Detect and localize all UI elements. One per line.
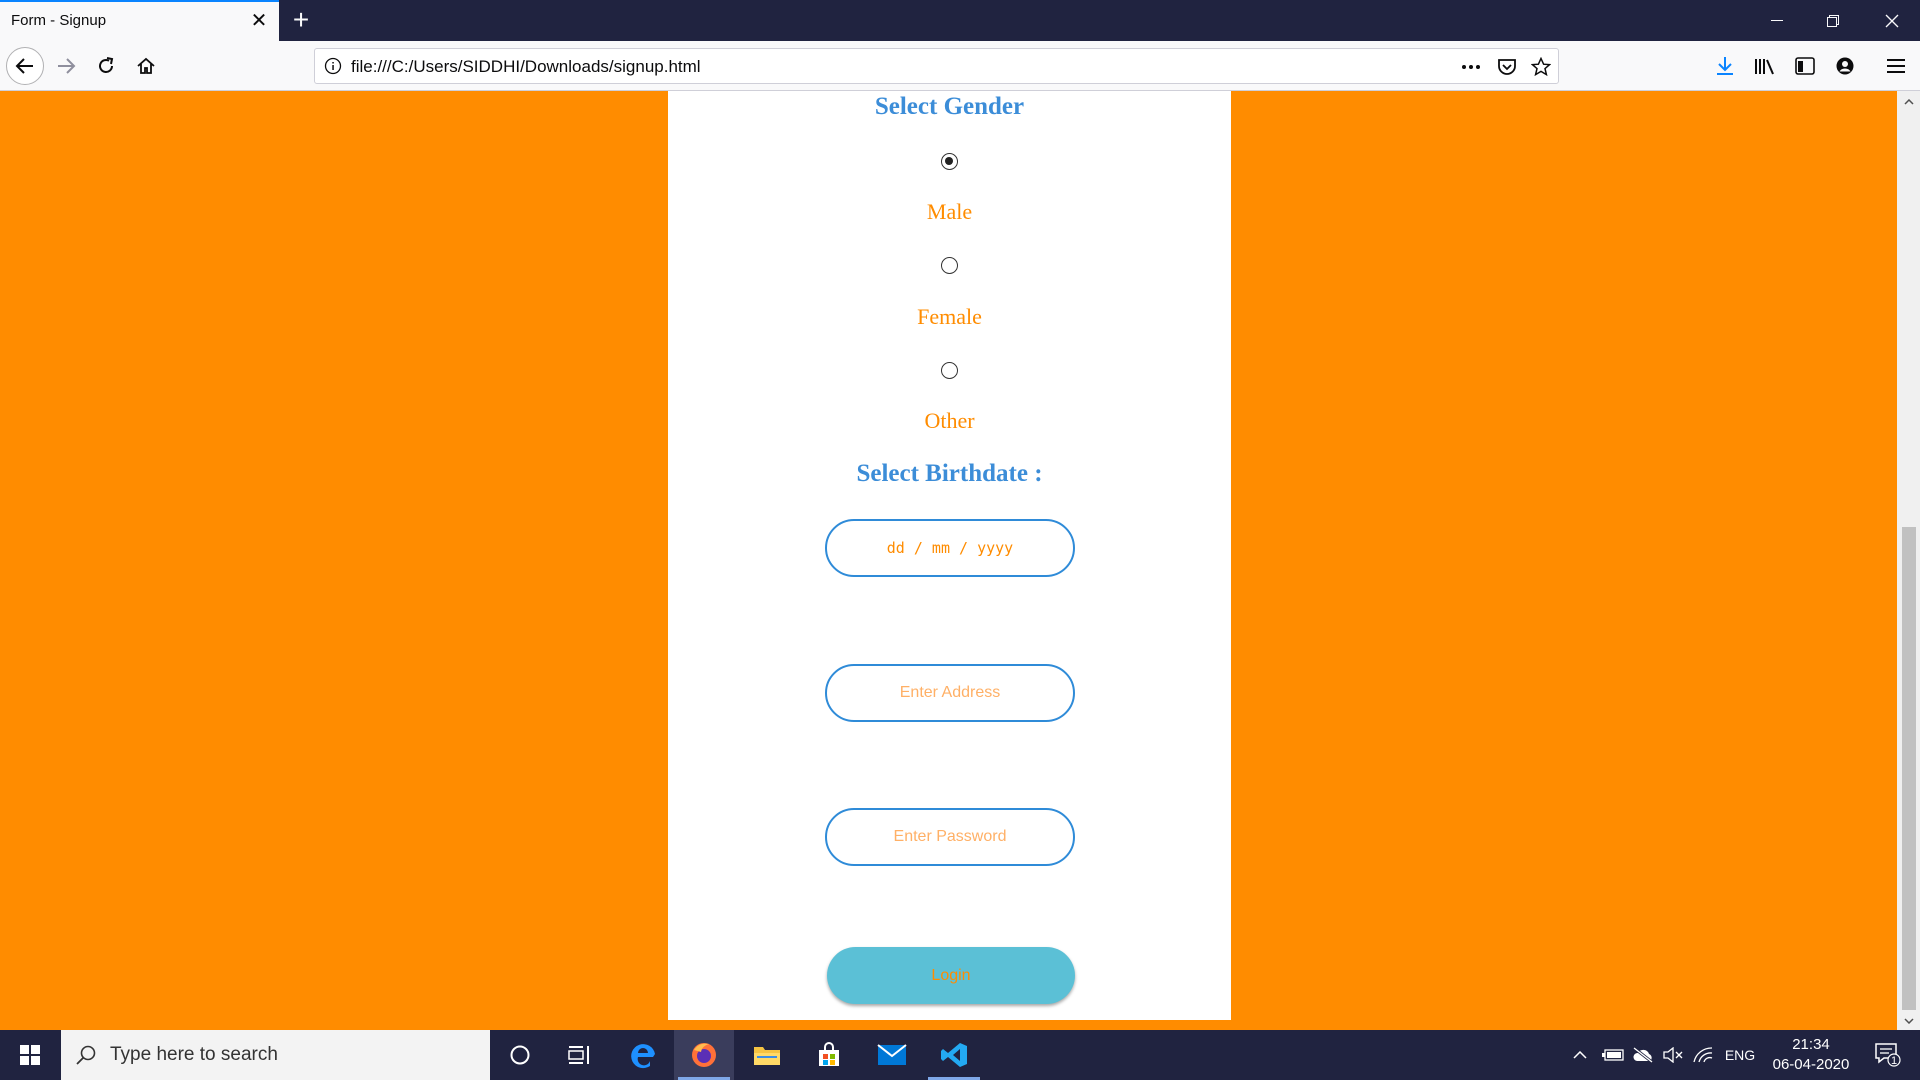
restore-icon[interactable] (1805, 0, 1861, 41)
page-actions-icon[interactable] (1460, 56, 1482, 78)
notification-count: 1 (1891, 1055, 1898, 1067)
scroll-up-arrow-icon[interactable] (1897, 91, 1920, 111)
url-bar[interactable]: file:///C:/Users/SIDDHI/Downloads/signup… (314, 48, 1559, 84)
page-scrollbar[interactable] (1897, 91, 1920, 1030)
url-text: file:///C:/Users/SIDDHI/Downloads/signup… (351, 57, 701, 76)
browser-tab[interactable]: Form - Signup ✕ (0, 0, 279, 41)
clock-time: 21:34 (1792, 1036, 1830, 1053)
forward-icon[interactable] (49, 49, 83, 83)
gender-heading: Select Gender (874, 93, 1025, 120)
clock-date: 06-04-2020 (1772, 1056, 1850, 1073)
file-explorer-icon[interactable] (737, 1030, 797, 1080)
windows-taskbar: Type here to search ENG 21:34 06-04-2020… (0, 1030, 1920, 1080)
library-icon[interactable] (1748, 49, 1782, 83)
tab-title: Form - Signup (11, 12, 107, 29)
radio-female[interactable] (941, 257, 958, 274)
menu-icon[interactable] (1879, 49, 1913, 83)
login-button[interactable]: Login (827, 947, 1075, 1004)
radio-label-male: Male (926, 199, 973, 224)
site-info-icon[interactable] (324, 57, 342, 80)
firefox-icon[interactable] (674, 1030, 734, 1080)
close-window-icon[interactable] (1864, 0, 1920, 41)
search-placeholder: Type here to search (110, 1044, 278, 1065)
task-view-icon[interactable] (550, 1030, 610, 1080)
windows-start-icon[interactable] (0, 1030, 60, 1080)
wifi-icon[interactable] (1690, 1030, 1716, 1080)
scrollbar-thumb[interactable] (1902, 527, 1916, 1010)
tab-close-icon[interactable]: ✕ (249, 11, 269, 31)
signup-form: Select Gender Male Female Other Select B… (668, 91, 1231, 1020)
vscode-icon[interactable] (924, 1030, 984, 1080)
onedrive-offline-icon[interactable] (1630, 1030, 1656, 1080)
downloads-icon[interactable] (1708, 49, 1742, 83)
password-field[interactable] (825, 808, 1075, 866)
bookmark-star-icon[interactable] (1530, 56, 1552, 78)
edge-icon[interactable] (613, 1030, 673, 1080)
birthdate-heading: Select Birthdate : (856, 460, 1043, 487)
browser-toolbar: file:///C:/Users/SIDDHI/Downloads/signup… (0, 41, 1920, 91)
volume-muted-icon[interactable] (1660, 1030, 1686, 1080)
store-icon[interactable] (799, 1030, 859, 1080)
language-indicator[interactable]: ENG (1720, 1030, 1760, 1080)
reload-icon[interactable] (89, 49, 123, 83)
search-icon (75, 1044, 97, 1071)
password-input[interactable] (848, 827, 1052, 847)
sidebar-icon[interactable] (1788, 49, 1822, 83)
battery-icon[interactable] (1600, 1030, 1626, 1080)
scroll-down-arrow-icon[interactable] (1897, 1010, 1920, 1030)
address-input[interactable] (848, 683, 1052, 703)
minimize-icon[interactable] (1749, 0, 1805, 41)
radio-male[interactable] (941, 153, 958, 170)
radio-label-other: Other (924, 408, 975, 433)
home-icon[interactable] (129, 49, 163, 83)
show-hidden-icons-icon[interactable] (1568, 1030, 1592, 1080)
system-clock[interactable]: 21:34 06-04-2020 (1765, 1035, 1857, 1075)
cortana-icon[interactable] (490, 1030, 550, 1080)
new-tab-icon[interactable]: + (288, 6, 314, 34)
browser-tab-strip: Form - Signup ✕ + (0, 0, 1920, 41)
taskbar-search-box[interactable]: Type here to search (61, 1030, 490, 1080)
account-icon[interactable] (1828, 49, 1862, 83)
page-viewport: Select Gender Male Female Other Select B… (0, 91, 1897, 1030)
birthdate-field[interactable]: dd / mm / yyyy (825, 519, 1075, 577)
mail-icon[interactable] (862, 1030, 922, 1080)
pocket-icon[interactable] (1496, 56, 1518, 78)
radio-label-female: Female (917, 304, 982, 329)
address-field[interactable] (825, 664, 1075, 722)
notification-center-icon[interactable]: 1 (1868, 1030, 1908, 1080)
back-icon[interactable] (6, 47, 44, 85)
date-placeholder: dd / mm / yyyy (886, 539, 1014, 557)
radio-other[interactable] (941, 362, 958, 379)
